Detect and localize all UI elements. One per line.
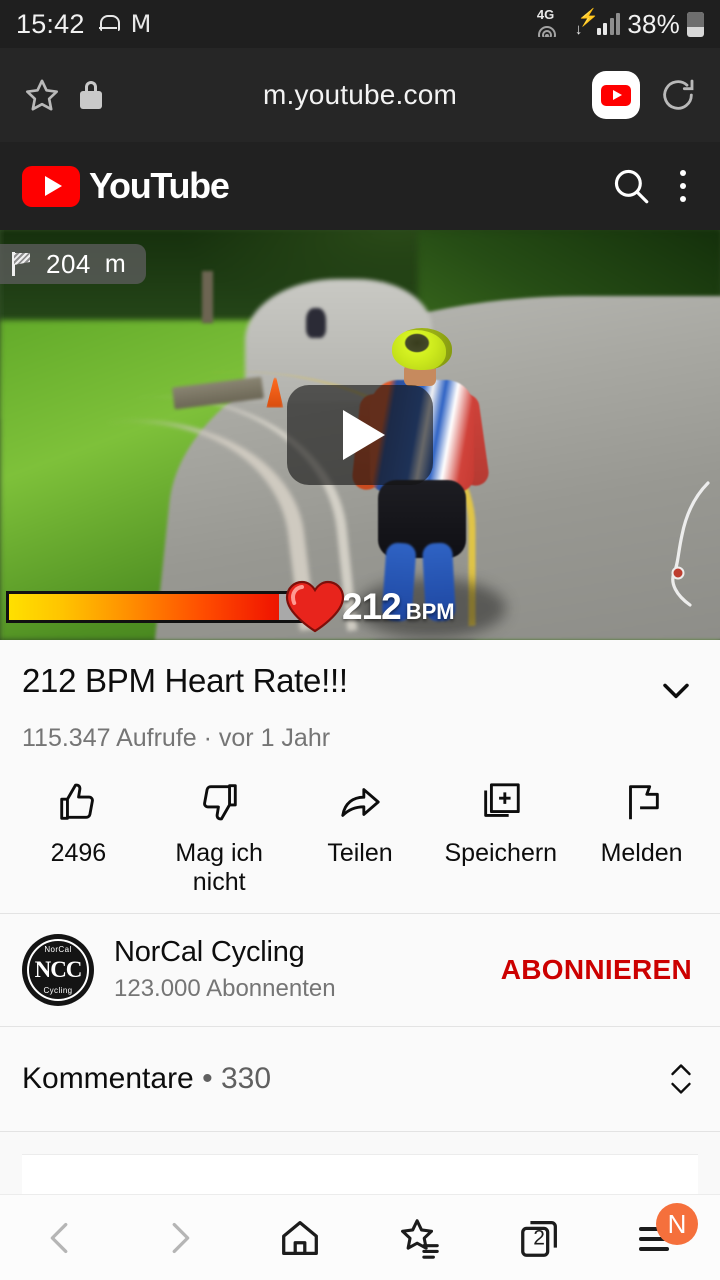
heart-rate-value: 212 [342, 586, 402, 627]
dislike-button[interactable]: Mag ich nicht [149, 779, 290, 897]
comments-label: Kommentare [22, 1061, 194, 1095]
status-bar-right: 4G ⚡ ↓ 38% [535, 7, 704, 40]
expand-collapse-icon[interactable] [664, 1057, 698, 1101]
lock-icon[interactable] [80, 81, 102, 109]
wifi-icon: 4G [535, 7, 565, 39]
heart-rate-unit: BPM [405, 598, 455, 624]
like-count: 2496 [50, 839, 107, 867]
more-vertical-icon[interactable] [668, 166, 698, 206]
share-label: Teilen [327, 839, 393, 867]
tabs-button[interactable]: 2 [480, 1195, 600, 1280]
tabs-count-label: 2 [533, 1225, 545, 1249]
channel-info: NorCal Cycling 123.000 Abonnenten [114, 936, 475, 1003]
video-stats: 115.347 Aufrufe · vor 1 Jahr [22, 724, 331, 752]
chevron-left-icon [37, 1215, 83, 1261]
heart-rate-bar [6, 591, 306, 623]
status-bar-left: 15:42 M [16, 9, 535, 40]
youtube-play-badge-icon [22, 165, 80, 207]
comments-separator: • [202, 1061, 213, 1095]
battery-percent-label: 38% [627, 8, 680, 39]
report-button[interactable]: Melden [571, 779, 712, 897]
signal-bars-icon [596, 13, 621, 35]
chevron-down-icon[interactable] [654, 668, 698, 712]
save-button[interactable]: Speichern [430, 779, 571, 897]
bookmarks-button[interactable] [360, 1195, 480, 1280]
back-button[interactable] [0, 1195, 120, 1280]
gmail-icon: M [130, 10, 152, 38]
comments-count: 330 [220, 1061, 272, 1095]
like-button[interactable]: 2496 [8, 779, 149, 897]
route-map-overlay [671, 481, 710, 607]
network-type-label: 4G [536, 7, 555, 22]
battery-icon [687, 11, 704, 37]
distance-unit: m [104, 249, 127, 278]
reload-icon[interactable] [658, 75, 698, 115]
page-title: 212 BPM Heart Rate!!! [22, 662, 348, 699]
youtube-logo-text: YouTube [89, 165, 230, 206]
channel-name: NorCal Cycling [114, 936, 305, 968]
star-icon[interactable] [22, 75, 62, 115]
flag-icon [619, 779, 665, 825]
heart-icon [284, 578, 346, 634]
avatar-bottom-text: Cycling [43, 985, 73, 995]
avatar-top-text: NorCal [44, 944, 72, 954]
report-label: Melden [600, 839, 683, 867]
star-list-icon [397, 1215, 443, 1261]
share-icon [337, 779, 383, 825]
subscribe-button[interactable]: ABONNIEREN [495, 944, 698, 996]
forward-button[interactable] [120, 1195, 240, 1280]
comments-title: Kommentare • 330 [22, 1062, 664, 1096]
divider [0, 1130, 720, 1132]
save-label: Speichern [444, 839, 558, 867]
browser-menu-button[interactable]: N [600, 1195, 720, 1280]
distance-badge: 204 m [0, 244, 147, 284]
video-meta: 212 BPM Heart Rate!!! 115.347 Aufrufe · … [0, 640, 720, 753]
thumbs-down-icon [196, 779, 242, 825]
browser-address-bar[interactable]: m.youtube.com [0, 48, 720, 142]
browser-bottom-nav: 2 N [0, 1194, 720, 1280]
distance-value: 204 [46, 248, 91, 279]
avatar[interactable]: NorCal NCC Cycling [22, 933, 94, 1006]
dislike-label: Mag ich nicht [175, 839, 263, 896]
chevron-right-icon [157, 1215, 203, 1261]
youtube-header: YouTube [0, 142, 720, 230]
play-button[interactable] [287, 385, 433, 485]
home-button[interactable] [240, 1195, 360, 1280]
youtube-app-icon[interactable] [592, 71, 640, 119]
notification-bell-icon [98, 14, 120, 34]
heart-rate-overlay: 212 BPM [6, 580, 455, 634]
comments-section-header[interactable]: Kommentare • 330 [0, 1026, 720, 1131]
save-icon [478, 779, 524, 825]
action-bar: 2496 Mag ich nicht Teilen Speichern Meld… [0, 753, 720, 913]
video-player[interactable]: 204 m 212 BPM [0, 230, 720, 640]
subscriber-count: 123.000 Abonnenten [114, 975, 336, 1002]
avatar-text: NCC [34, 956, 83, 982]
download-icon: ⚡ ↓ [574, 8, 600, 38]
checkered-flag-icon [10, 252, 32, 276]
menu-notification-badge: N [656, 1203, 698, 1245]
home-icon [277, 1215, 323, 1261]
youtube-logo[interactable]: YouTube [22, 165, 230, 207]
thumbs-up-icon [55, 779, 101, 825]
status-bar: 15:42 M 4G ⚡ ↓ 38% [0, 0, 720, 48]
channel-row[interactable]: NorCal NCC Cycling NorCal Cycling 123.00… [0, 913, 720, 1026]
share-button[interactable]: Teilen [290, 779, 431, 897]
status-time: 15:42 [16, 8, 85, 39]
search-icon[interactable] [610, 165, 652, 207]
